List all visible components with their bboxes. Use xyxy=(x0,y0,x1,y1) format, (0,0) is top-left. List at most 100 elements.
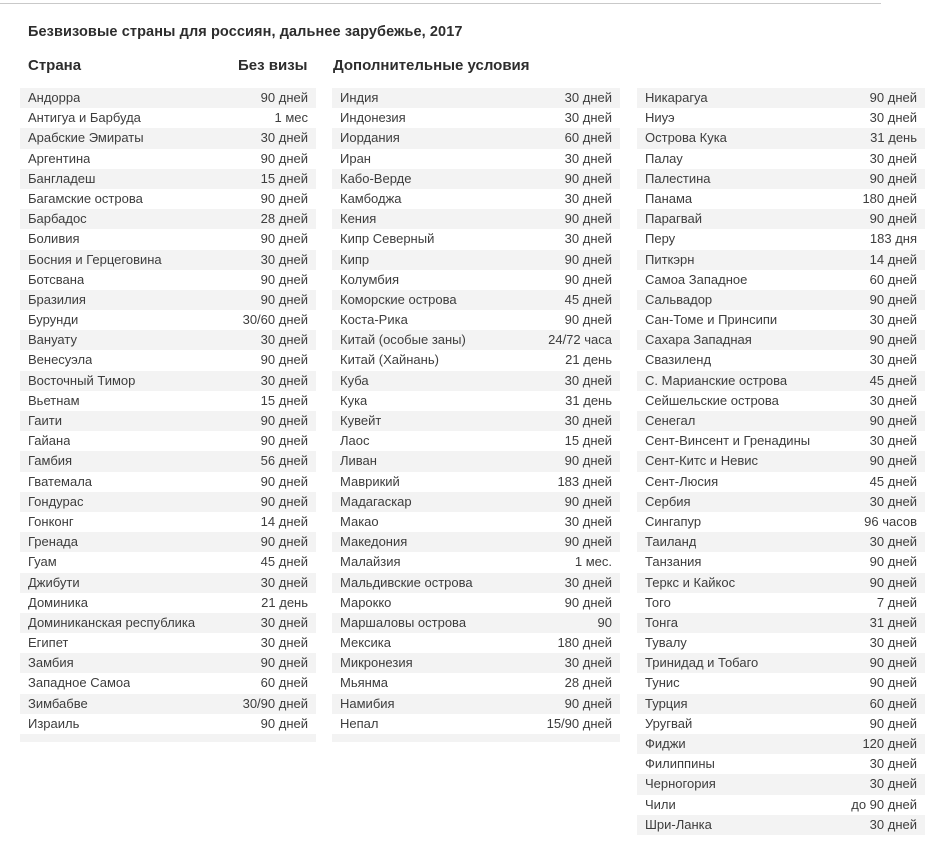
table-row: Кипр 90 дней xyxy=(332,249,620,270)
table-row: Мадагаскар 90 дней xyxy=(332,491,620,512)
visa-free-term: 90 дней xyxy=(260,150,308,166)
visa-free-term: 28 дней xyxy=(260,211,308,227)
table-row: Острова Кука 31 день xyxy=(637,128,925,149)
table-row: Кабо-Верде 90 дней xyxy=(332,168,620,189)
visa-free-term: 183 дней xyxy=(557,473,612,489)
country-name: Гаити xyxy=(28,413,63,428)
country-name: Кука xyxy=(340,392,368,408)
country-name: Свазиленд xyxy=(645,352,712,368)
country-name: Малайзия xyxy=(340,554,401,570)
visa-free-term: 90 дней xyxy=(564,251,612,267)
table-row: Фиджи 120 дней xyxy=(637,734,925,755)
visa-free-term: 30 дней xyxy=(869,534,917,550)
table-row: Мьянма 28 дней xyxy=(332,673,620,694)
country-name: Сингапур xyxy=(645,513,702,529)
visa-free-term: 45 дней xyxy=(869,473,917,489)
visa-free-term: 1 мес xyxy=(274,110,308,126)
visa-free-term: 28 дней xyxy=(564,675,612,691)
visa-free-term: 56 дней xyxy=(260,453,308,469)
table-row: Тунис 90 дней xyxy=(637,673,925,694)
table-row: Коморские острова 45 дней xyxy=(332,289,620,311)
visa-free-term: 7 дней xyxy=(876,594,917,610)
country-name: Того xyxy=(645,594,671,610)
visa-free-term: 90 дней xyxy=(869,291,917,307)
visa-free-term: 90 дней xyxy=(869,170,917,186)
visa-free-term: 90 дней xyxy=(869,554,917,570)
visa-free-term: 90 дней xyxy=(869,715,917,731)
table-row: Танзания 90 дней xyxy=(637,552,925,573)
table-row: Босния и Герцеговина 30 дней xyxy=(20,249,316,270)
visa-free-term: 90 дней xyxy=(869,413,917,428)
country-name: Кипр xyxy=(340,251,370,267)
table-row: Того 7 дней xyxy=(637,592,925,613)
table-row: Тувалу 30 дней xyxy=(637,633,925,654)
visa-free-term: 30 дней xyxy=(260,332,308,348)
table-row: Таиланд 30 дней xyxy=(637,532,925,553)
visa-free-term: 180 дней xyxy=(862,190,917,206)
table-row: Перу 183 дня xyxy=(637,229,925,250)
country-name: Таиланд xyxy=(645,534,697,550)
visa-free-term: 90 дней xyxy=(869,90,917,105)
table-row: Кения 90 дней xyxy=(332,209,620,230)
table-row: Македония 90 дней xyxy=(332,532,620,553)
country-name: Шри-Ланка xyxy=(645,816,712,832)
table-row: Восточный Тимор 30 дней xyxy=(20,370,316,391)
table-row: Сербия 30 дней xyxy=(637,491,925,512)
visa-table-column-left: Андорра 90 дней Антигуа и Барбуда 1 мес Араб… xyxy=(20,88,316,742)
table-row: Вануату 30 дней xyxy=(20,330,316,351)
visa-free-term: 90 дней xyxy=(869,655,917,671)
country-name: Маврикий xyxy=(340,473,400,489)
country-name: Иордания xyxy=(340,130,400,146)
table-row: Турция 60 дней xyxy=(637,693,925,714)
visa-free-term: 90 дней xyxy=(564,312,612,328)
country-name: Ливан xyxy=(340,453,377,469)
visa-free-term: 31 день xyxy=(870,130,917,146)
visa-free-term: 30 дней xyxy=(869,756,917,772)
country-name: Ботсвана xyxy=(28,271,85,287)
country-name: Западное Самоа xyxy=(28,675,131,691)
visa-free-term: 90 дней xyxy=(260,655,308,671)
table-row: Кука 31 день xyxy=(332,390,620,411)
country-name: Вануату xyxy=(28,332,77,348)
visa-free-term: 30 дней xyxy=(869,635,917,651)
table-row: Камбоджа 30 дней xyxy=(332,188,620,210)
visa-free-term: 90 дней xyxy=(260,473,308,489)
table-row: Замбия 90 дней xyxy=(20,653,316,674)
visa-free-term: 30 дней xyxy=(869,110,917,126)
country-name: Острова Кука xyxy=(645,130,727,146)
table-row: Индия 30 дней xyxy=(332,88,620,109)
table-row: Зимбабве 30/90 дней xyxy=(20,693,316,714)
country-name: Бурунди xyxy=(28,312,79,328)
table-row: Гайана 90 дней xyxy=(20,431,316,452)
visa-free-term: 21 день xyxy=(261,594,308,610)
country-name: Макао xyxy=(340,513,379,529)
table-row: Венесуэла 90 дней xyxy=(20,350,316,371)
visa-free-term: 90 дней xyxy=(564,271,612,287)
country-name: Панама xyxy=(645,190,693,206)
visa-free-term: 183 дня xyxy=(869,231,917,247)
table-row: Сент-Люсия 45 дней xyxy=(637,471,925,492)
table-row: Черногория 30 дней xyxy=(637,774,925,795)
table-row: Парагвай 90 дней xyxy=(637,209,925,230)
table-row: Аргентина 90 дней xyxy=(20,148,316,169)
table-row: Непал 15/90 дней xyxy=(332,713,620,734)
table-row: Питкэрн 14 дней xyxy=(637,249,925,270)
visa-free-term: 90 дней xyxy=(260,534,308,550)
table-row: Барбадос 28 дней xyxy=(20,209,316,230)
country-name: Коста-Рика xyxy=(340,312,408,328)
visa-free-term: 90 xyxy=(597,614,612,630)
visa-free-term: 180 дней xyxy=(557,635,612,651)
country-name: Восточный Тимор xyxy=(28,372,136,388)
table-row: Гренада 90 дней xyxy=(20,532,316,553)
country-name: Маршаловы острова xyxy=(340,614,467,630)
country-name: Кипр Северный xyxy=(340,231,435,247)
visa-free-term: 60 дней xyxy=(869,271,917,287)
table-row: Куба 30 дней xyxy=(332,370,620,391)
visa-free-term: 60 дней xyxy=(564,130,612,146)
table-row: Коста-Рика 90 дней xyxy=(332,310,620,331)
table-tail-strip xyxy=(332,734,620,742)
visa-free-term: 30 дней xyxy=(869,392,917,408)
table-row: Уругвай 90 дней xyxy=(637,713,925,734)
table-row: Кувейт 30 дней xyxy=(332,411,620,432)
country-name: Кабо-Верде xyxy=(340,170,412,186)
